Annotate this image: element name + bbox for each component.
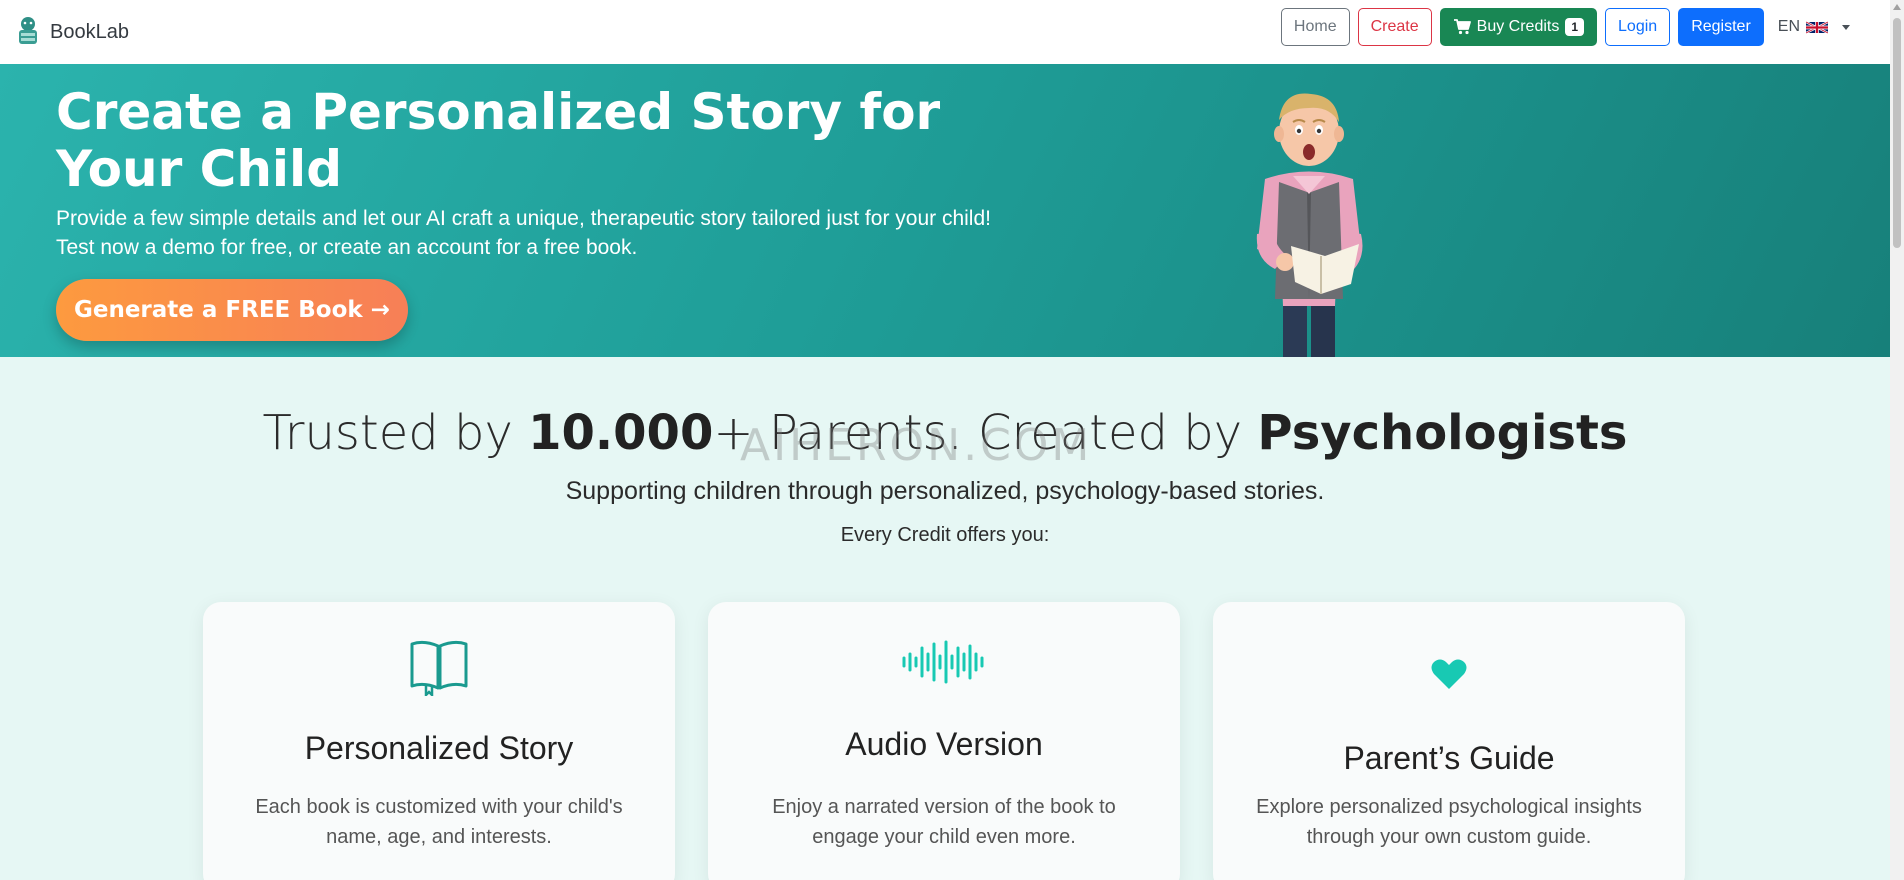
cta-label: Generate a FREE Book xyxy=(73,297,363,323)
language-selector[interactable]: EN xyxy=(1778,18,1850,36)
chevron-down-icon xyxy=(1842,24,1850,30)
feature-text: Explore personalized psychological insig… xyxy=(1256,796,1642,848)
feature-title: Personalized Story xyxy=(304,730,574,766)
hero-description: Provide a few simple details and let our… xyxy=(56,207,991,259)
cart-icon xyxy=(1453,19,1471,35)
feature-icon-wrapper xyxy=(203,638,675,696)
audio-wave-icon xyxy=(902,640,984,684)
login-button[interactable]: Login xyxy=(1605,8,1671,46)
nav-actions: Home Create Buy Credits 1 Login Register… xyxy=(1280,8,1850,46)
generate-free-book-button[interactable]: Generate a FREE Book → xyxy=(56,279,408,341)
watermark: AIHERON.COM xyxy=(740,420,1093,471)
scroll-up-arrow-icon[interactable] xyxy=(1893,4,1901,10)
trust-heading-number: 10.000 xyxy=(528,405,714,461)
trust-heading-bold: Psychologists xyxy=(1257,405,1628,461)
language-code: EN xyxy=(1777,18,1800,35)
feature-card-parents-guide: Parent’s Guide Explore personalized psyc… xyxy=(1213,602,1685,880)
hero-section: Create a Personalized Story for Your Chi… xyxy=(0,64,1890,357)
feature-card-personalized-story: Personalized Story Each book is customiz… xyxy=(203,602,675,880)
booklab-logo-icon xyxy=(19,17,37,44)
register-button[interactable]: Register xyxy=(1678,8,1764,46)
child-reading-image xyxy=(1256,93,1363,357)
feature-text: Each book is customized with your child'… xyxy=(255,796,623,848)
brand-name: BookLab xyxy=(50,20,129,43)
trust-subtitle: Supporting children through personalized… xyxy=(565,477,1325,505)
feature-icon-wrapper xyxy=(1213,658,1685,690)
scrollbar-thumb[interactable] xyxy=(1893,18,1901,248)
home-button[interactable]: Home xyxy=(1280,8,1350,46)
feature-icon-wrapper xyxy=(708,640,1180,684)
buy-credits-button[interactable]: Buy Credits 1 xyxy=(1439,8,1598,46)
feature-title: Audio Version xyxy=(845,726,1043,762)
heart-icon xyxy=(1431,659,1467,689)
trust-heading-prefix: Trusted by xyxy=(262,405,529,461)
page-scrollbar[interactable] xyxy=(1890,0,1904,880)
credits-badge: 1 xyxy=(1565,18,1585,36)
arrow-right-icon: → xyxy=(370,297,390,323)
book-icon xyxy=(410,640,468,696)
navbar: BookLab Home Create Buy Credits 1 Login … xyxy=(0,0,1890,64)
uk-flag-icon xyxy=(1806,20,1828,34)
buy-credits-label: Buy Credits xyxy=(1476,18,1560,35)
create-button[interactable]: Create xyxy=(1357,8,1432,46)
feature-text: Enjoy a narrated version of the book to … xyxy=(772,796,1116,848)
every-credit-text: Every Credit offers you: xyxy=(840,524,1050,546)
brand[interactable]: BookLab xyxy=(14,16,129,48)
feature-card-audio-version: Audio Version Enjoy a narrated version o… xyxy=(708,602,1180,880)
hero-title: Create a Personalized Story for Your Chi… xyxy=(56,83,941,198)
feature-title: Parent’s Guide xyxy=(1343,740,1555,776)
